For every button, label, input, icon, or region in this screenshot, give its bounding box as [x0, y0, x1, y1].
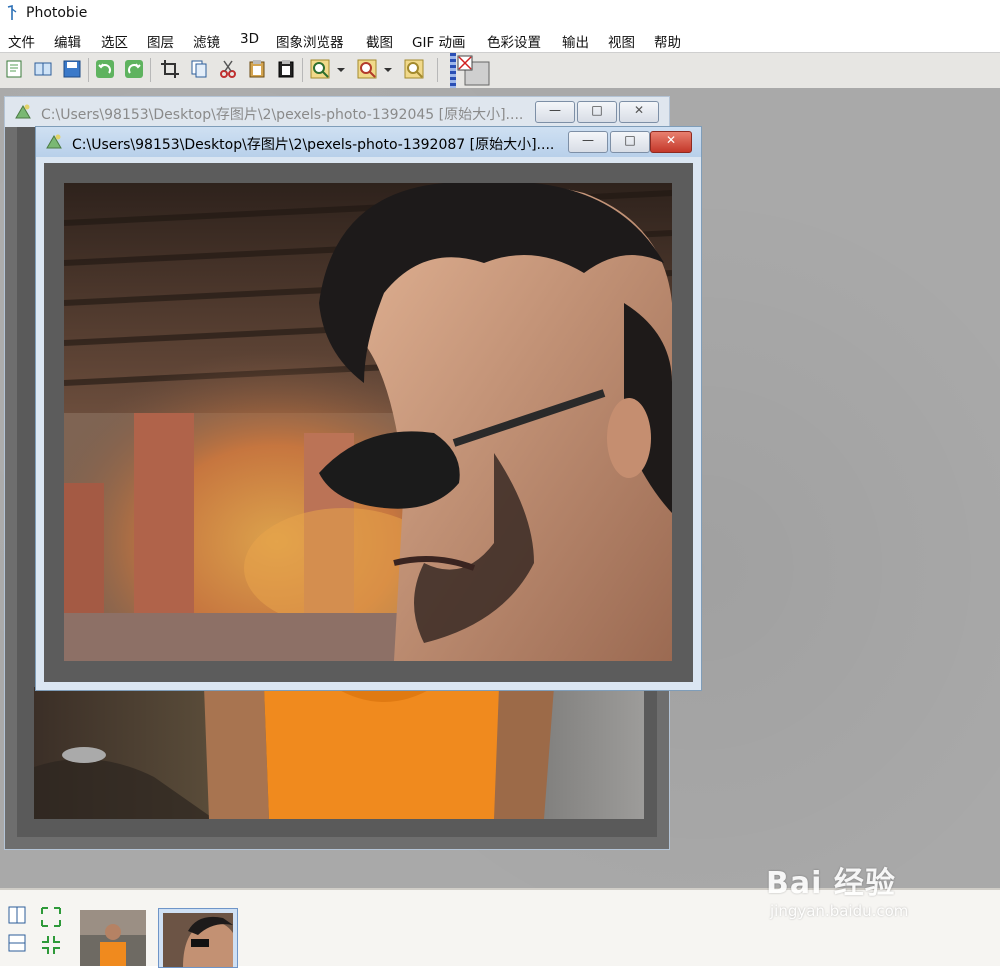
- crop-icon[interactable]: [160, 59, 180, 79]
- menu-output[interactable]: 输出: [562, 31, 589, 51]
- expand-icon[interactable]: [40, 906, 62, 928]
- watermark-url: jingyan.baidu.com: [770, 902, 909, 920]
- zoom-out-icon[interactable]: [357, 59, 377, 79]
- window-titlebar[interactable]: C:\Users\98153\Desktop\存图片\2\pexels-phot…: [5, 97, 669, 127]
- collapse-icon[interactable]: [40, 934, 62, 956]
- app-titlebar: Photobie: [0, 0, 1000, 28]
- app-title: Photobie: [26, 5, 88, 21]
- menu-screenshot[interactable]: 截图: [366, 31, 393, 51]
- menu-filter[interactable]: 滤镜: [193, 31, 220, 51]
- zoom-fit-icon[interactable]: [404, 59, 424, 79]
- toolbar-grip[interactable]: [450, 53, 456, 89]
- close-button[interactable]: ✕: [619, 101, 659, 123]
- color-swatch-icon[interactable]: [457, 55, 491, 87]
- toolbar-separator: [150, 58, 151, 82]
- undo-icon[interactable]: [95, 59, 115, 79]
- photo-image: [64, 183, 672, 661]
- window-title: C:\Users\98153\Desktop\存图片\2\pexels-phot…: [41, 107, 524, 123]
- save-icon[interactable]: [62, 59, 82, 79]
- toolbar: [0, 52, 1000, 89]
- watermark-brand: Bai 经验: [766, 866, 896, 901]
- photo-orange-shirt-man: [34, 687, 644, 819]
- split-horizontal-icon[interactable]: [8, 934, 26, 952]
- menu-gif-animation[interactable]: GIF 动画: [412, 31, 466, 51]
- minimize-button[interactable]: —: [568, 131, 608, 153]
- window-title: C:\Users\98153\Desktop\存图片\2\pexels-phot…: [72, 137, 555, 153]
- thumbnail-photo-1392087[interactable]: [158, 908, 238, 968]
- menu-help[interactable]: 帮助: [654, 31, 681, 51]
- paste-new-icon[interactable]: [276, 59, 296, 79]
- menu-edit[interactable]: 编辑: [54, 31, 81, 51]
- menu-layer[interactable]: 图层: [147, 31, 174, 51]
- open-icon[interactable]: [33, 59, 53, 79]
- window-titlebar[interactable]: C:\Users\98153\Desktop\存图片\2\pexels-phot…: [36, 127, 701, 157]
- menu-file[interactable]: 文件: [8, 31, 35, 51]
- photobie-logo-icon: [7, 5, 17, 20]
- split-vertical-icon[interactable]: [8, 906, 26, 924]
- menu-3d[interactable]: 3D: [240, 31, 259, 47]
- image-window-front[interactable]: C:\Users\98153\Desktop\存图片\2\pexels-phot…: [35, 126, 702, 691]
- close-button[interactable]: ✕: [650, 131, 692, 153]
- new-icon[interactable]: [4, 59, 24, 79]
- image-document-icon: [15, 104, 31, 119]
- maximize-button[interactable]: □: [610, 131, 650, 153]
- menu-view[interactable]: 视图: [608, 31, 635, 51]
- chevron-down-icon[interactable]: [334, 59, 348, 79]
- canvas-frame: [44, 163, 693, 682]
- menu-bar: 文件 编辑 选区 图层 滤镜 3D 图象浏览器 截图 GIF 动画 色彩设置 输…: [0, 28, 1000, 52]
- minimize-button[interactable]: —: [535, 101, 575, 123]
- redo-icon[interactable]: [124, 59, 144, 79]
- menu-color-settings[interactable]: 色彩设置: [487, 31, 541, 51]
- photo-sunglasses-man: [64, 183, 672, 661]
- chevron-down-icon[interactable]: [381, 59, 395, 79]
- zoom-in-icon[interactable]: [310, 59, 330, 79]
- cut-icon[interactable]: [218, 59, 238, 79]
- paste-icon[interactable]: [247, 59, 267, 79]
- toolbar-separator: [88, 58, 89, 82]
- maximize-button[interactable]: □: [577, 101, 617, 123]
- baidu-watermark: Bai 经验 jingyan.baidu.com: [766, 858, 908, 920]
- toolbar-separator: [302, 58, 303, 82]
- menu-image-browser[interactable]: 图象浏览器: [276, 31, 344, 51]
- toolbar-separator: [437, 58, 438, 82]
- copy-icon[interactable]: [189, 59, 209, 79]
- thumbnail-photo-1392045[interactable]: [80, 910, 146, 966]
- menu-select[interactable]: 选区: [101, 31, 128, 51]
- image-document-icon: [46, 134, 62, 149]
